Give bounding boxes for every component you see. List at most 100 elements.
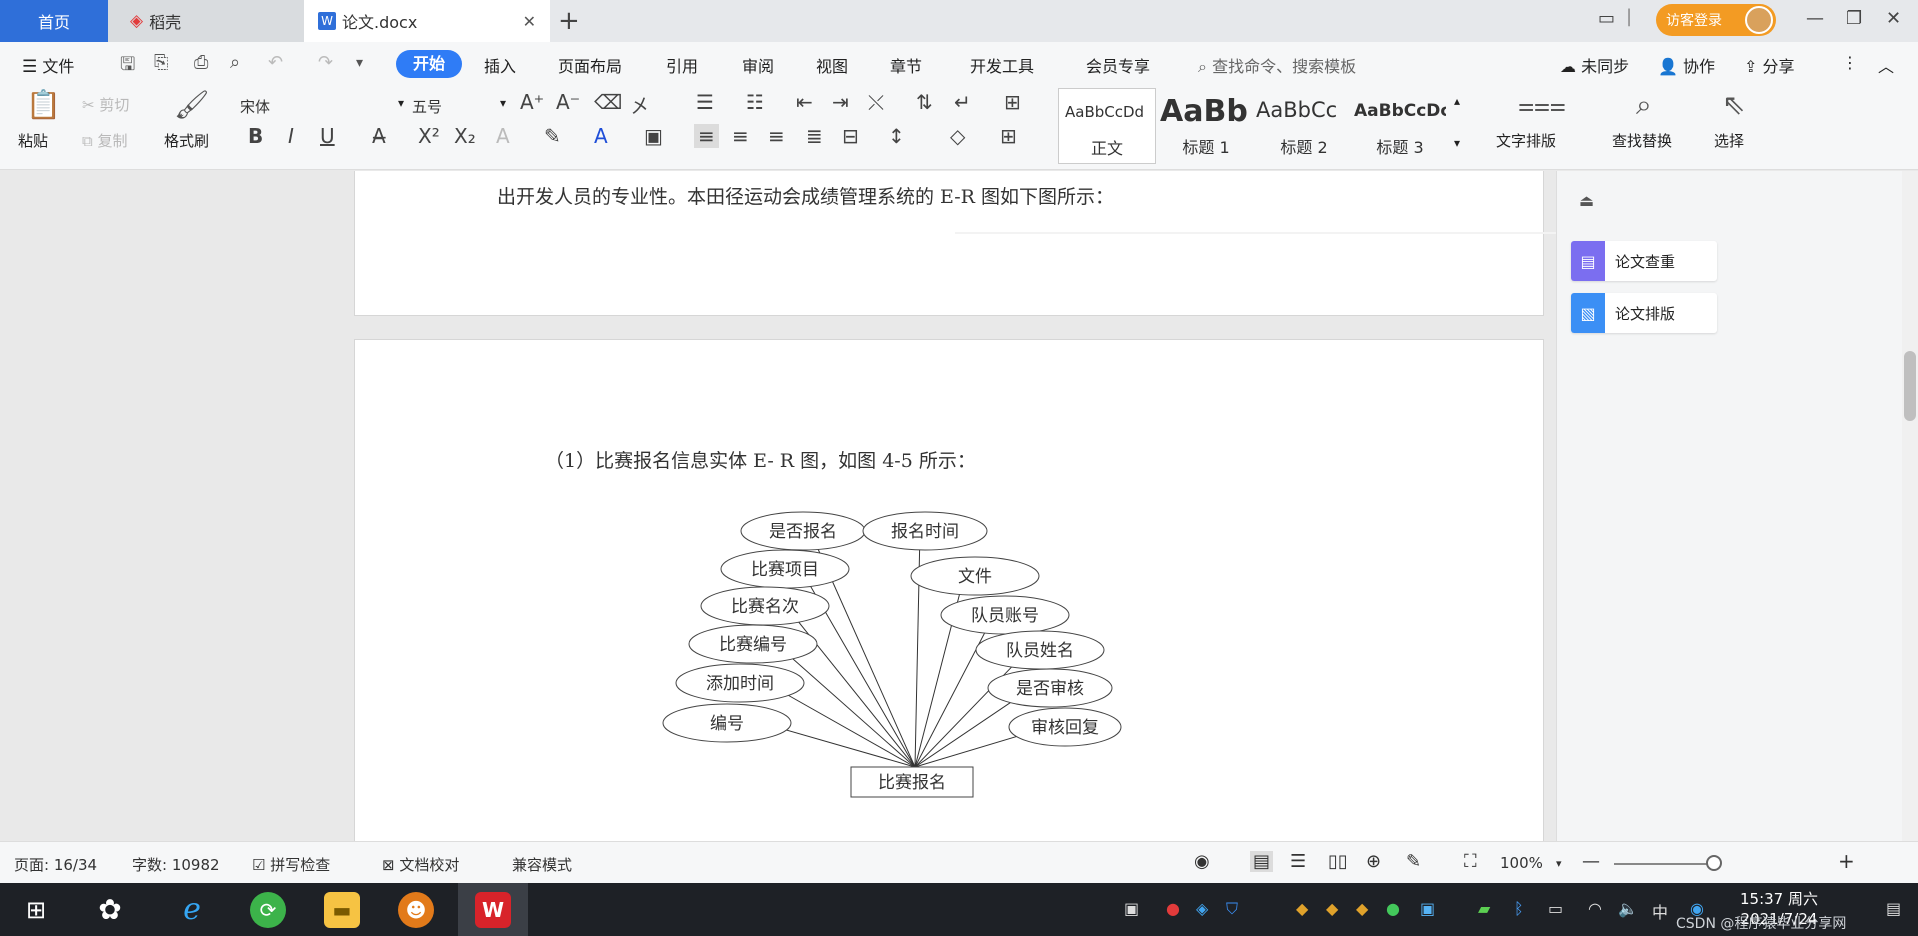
collapse-panel-icon[interactable]: ⏏ bbox=[1579, 191, 1594, 210]
zoom-in-icon[interactable]: + bbox=[1838, 849, 1855, 873]
text-layout-icon[interactable]: ⩶ bbox=[1518, 88, 1566, 122]
subscript-icon[interactable]: X₂ bbox=[454, 124, 476, 148]
close-tab-icon[interactable]: ✕ bbox=[523, 12, 536, 31]
menu-page-layout[interactable]: 页面布局 bbox=[558, 53, 622, 77]
start-button[interactable]: ⊞ bbox=[4, 883, 68, 936]
italic-button[interactable]: I bbox=[288, 124, 294, 148]
share-button[interactable]: ⇪ 分享 bbox=[1744, 53, 1795, 77]
copy-button[interactable]: ⧉ 复制 bbox=[82, 130, 128, 151]
char-border-icon[interactable]: ▣ bbox=[644, 124, 663, 148]
zoom-chevron-icon[interactable]: ▾ bbox=[1556, 857, 1562, 870]
select-button[interactable]: 选择 bbox=[1714, 130, 1744, 151]
paper-check-button[interactable]: ▤ 论文查重 bbox=[1571, 241, 1717, 281]
reading-mode-icon[interactable]: ▭ bbox=[1598, 8, 1615, 29]
find-replace-button[interactable]: 查找替换 bbox=[1612, 130, 1672, 151]
spell-check-button[interactable]: ☑ 拼写检查 bbox=[252, 854, 330, 875]
page-indicator[interactable]: 页面: 16/34 bbox=[14, 854, 97, 875]
shield-icon[interactable]: ⛉ bbox=[1226, 899, 1238, 919]
undo-icon[interactable]: ↶ bbox=[268, 52, 283, 73]
menu-reference[interactable]: 引用 bbox=[666, 53, 698, 77]
sort-icon[interactable]: ⇅ bbox=[916, 90, 933, 114]
decrease-indent-icon[interactable]: ⇤ bbox=[796, 90, 813, 114]
paper-layout-button[interactable]: ▧ 论文排版 bbox=[1571, 293, 1717, 333]
align-center-icon[interactable]: ≡ bbox=[732, 124, 749, 148]
visitor-login-button[interactable]: 访客登录 bbox=[1656, 4, 1776, 36]
font-name-chevron-icon[interactable]: ▾ bbox=[398, 96, 404, 110]
command-search[interactable]: ⌕ 查找命令、搜索模板 bbox=[1198, 53, 1356, 77]
tray-app-icon[interactable]: ● bbox=[1386, 899, 1400, 918]
taskbar-ie[interactable]: ℯ bbox=[160, 883, 224, 936]
format-painter-icon[interactable]: 🖌 bbox=[174, 88, 210, 121]
menu-member[interactable]: 会员专享 bbox=[1086, 53, 1150, 77]
pinyin-icon[interactable]: 㐅 bbox=[630, 90, 650, 119]
styles-down-chevron-icon[interactable]: ▾ bbox=[1454, 136, 1460, 150]
paste-icon[interactable]: 📋 bbox=[26, 88, 61, 121]
notification-icon[interactable]: ▤ bbox=[1886, 899, 1901, 918]
tray-app-icon[interactable]: ◆ bbox=[1356, 899, 1368, 918]
cut-button[interactable]: ✂ 剪切 bbox=[82, 94, 129, 115]
zoom-level[interactable]: 100% bbox=[1500, 854, 1543, 872]
paste-button[interactable]: 粘贴 bbox=[18, 130, 48, 151]
zoom-slider-handle[interactable] bbox=[1706, 855, 1722, 871]
more-icon[interactable]: ⋮ bbox=[1842, 53, 1858, 72]
tab-daoke[interactable]: ◈ 稻壳 bbox=[108, 0, 304, 42]
print-preview-icon[interactable]: ⌕ bbox=[230, 52, 240, 73]
font-size-select[interactable]: 五号 bbox=[412, 96, 492, 120]
collaborate-button[interactable]: 👤 协作 bbox=[1658, 53, 1715, 77]
zoom-slider[interactable] bbox=[1614, 863, 1714, 865]
tab-stop-icon[interactable]: ⊞ bbox=[1004, 90, 1021, 114]
document-page-current[interactable]: （1）比赛报名信息实体 E- R 图，如图 4-5 所示： 是否报名 报名时间 … bbox=[354, 339, 1544, 841]
volume-icon[interactable]: 🔈 bbox=[1618, 899, 1638, 918]
font-color-icon[interactable]: A bbox=[594, 124, 608, 148]
distribute-icon[interactable]: ⊟ bbox=[842, 124, 859, 148]
tray-app-icon[interactable]: ▣ bbox=[1124, 899, 1139, 918]
taskbar-browser[interactable]: ⟳ bbox=[236, 883, 300, 936]
tray-app-icon[interactable]: ● bbox=[1166, 899, 1180, 918]
word-count[interactable]: 字数: 10982 bbox=[132, 854, 220, 875]
minimize-icon[interactable]: — bbox=[1806, 8, 1824, 29]
text-layout-button[interactable]: 文字排版 bbox=[1496, 130, 1556, 151]
line-spacing-icon[interactable]: ↕ bbox=[888, 124, 905, 148]
eye-protect-icon[interactable]: ◉ bbox=[1194, 851, 1210, 872]
taskbar-wps[interactable]: W bbox=[458, 883, 528, 936]
sync-button[interactable]: ☁ 未同步 bbox=[1560, 53, 1629, 77]
shading-icon[interactable]: ◇ bbox=[950, 124, 965, 148]
borders-icon[interactable]: ⊞ bbox=[1000, 124, 1017, 148]
taskbar-app-2[interactable]: ☻ bbox=[384, 883, 448, 936]
scrollbar-thumb[interactable] bbox=[1904, 351, 1916, 421]
style-heading-2[interactable]: AaBbCc 标题 2 bbox=[1256, 88, 1352, 164]
file-menu[interactable]: ☰ 文件 bbox=[22, 53, 74, 77]
grow-font-icon[interactable]: A⁺ bbox=[520, 90, 544, 114]
wifi-icon[interactable]: ◠ bbox=[1588, 899, 1602, 918]
fit-page-icon[interactable]: ⛶ bbox=[1464, 851, 1477, 872]
bullet-list-icon[interactable]: ☰ bbox=[696, 90, 714, 114]
magnifier-icon[interactable]: ⌕ bbox=[1636, 88, 1652, 122]
customize-chevron-icon[interactable]: ▾ bbox=[356, 55, 363, 71]
tab-document[interactable]: W 论文.docx ✕ bbox=[304, 0, 550, 42]
numbered-list-icon[interactable]: ☷ bbox=[746, 90, 764, 114]
tray-app-icon[interactable]: ◆ bbox=[1296, 899, 1308, 918]
styles-up-chevron-icon[interactable]: ▴ bbox=[1454, 94, 1460, 108]
redo-icon[interactable]: ↷ bbox=[318, 52, 333, 73]
align-right-icon[interactable]: ≡ bbox=[768, 124, 785, 148]
save-icon[interactable]: 🖫 bbox=[120, 52, 135, 82]
reading-view-icon[interactable]: ▯▯ bbox=[1328, 851, 1348, 872]
close-window-icon[interactable]: ✕ bbox=[1886, 8, 1901, 29]
taskbar-explorer[interactable]: ▬ bbox=[310, 883, 374, 936]
show-marks-icon[interactable]: ↵ bbox=[954, 90, 971, 114]
justify-icon[interactable]: ≣ bbox=[806, 124, 823, 148]
menu-chapter[interactable]: 章节 bbox=[890, 53, 922, 77]
increase-indent-icon[interactable]: ⇥ bbox=[832, 90, 849, 114]
shrink-font-icon[interactable]: A⁻ bbox=[556, 90, 580, 114]
chinese-layout-icon[interactable]: ⤬ bbox=[868, 90, 884, 114]
style-heading-1[interactable]: AaBb 标题 1 bbox=[1160, 88, 1252, 164]
collapse-ribbon-icon[interactable]: ︿ bbox=[1878, 53, 1894, 77]
convert-icon[interactable]: ⎘ bbox=[154, 52, 168, 73]
nvidia-icon[interactable]: ▰ bbox=[1478, 899, 1490, 918]
strikethrough-icon[interactable]: A̶ bbox=[372, 124, 386, 148]
tab-home[interactable]: 首页 bbox=[0, 0, 108, 42]
format-painter-button[interactable]: 格式刷 bbox=[164, 130, 209, 151]
zoom-out-icon[interactable]: — bbox=[1582, 851, 1600, 872]
text-effect-icon[interactable]: A bbox=[496, 124, 510, 148]
web-view-icon[interactable]: ⊕ bbox=[1366, 851, 1381, 872]
